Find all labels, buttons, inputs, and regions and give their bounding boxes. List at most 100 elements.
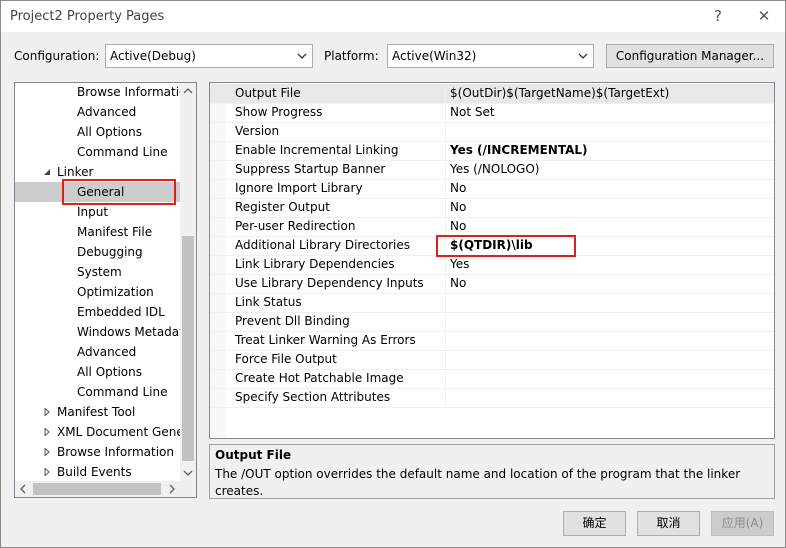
tree-item-label: Input (77, 205, 109, 219)
property-value[interactable]: No (450, 179, 466, 198)
tree-item-label: Command Line (77, 385, 168, 399)
tree-item[interactable]: Advanced (15, 102, 181, 122)
tree-item-label: Browse Information (57, 445, 174, 459)
tree-item[interactable]: Command Line (15, 142, 181, 162)
configuration-dropdown[interactable]: Active(Debug) (105, 44, 313, 68)
property-value[interactable]: Yes (/INCREMENTAL) (450, 141, 588, 160)
tree-item[interactable]: Build Events (15, 462, 181, 482)
property-name: Create Hot Patchable Image (235, 371, 404, 385)
tree-item[interactable]: Manifest File (15, 222, 181, 242)
platform-label: Platform: (324, 49, 379, 63)
collapsed-triangle-icon[interactable] (43, 408, 51, 416)
window-title: Project2 Property Pages (10, 9, 165, 24)
property-row[interactable]: Create Hot Patchable Image (210, 369, 774, 388)
property-value[interactable]: $(OutDir)$(TargetName)$(TargetExt) (450, 84, 669, 103)
collapsed-triangle-icon[interactable] (43, 448, 51, 456)
property-name: Per-user Redirection (235, 219, 356, 233)
title-bar: Project2 Property Pages ? ✕ (1, 1, 785, 32)
tree-item-label: All Options (77, 125, 142, 139)
tree-horizontal-scroll-thumb[interactable] (33, 483, 161, 495)
property-value[interactable]: No (450, 274, 466, 293)
scroll-up-icon[interactable] (180, 83, 196, 99)
tree-item[interactable]: All Options (15, 362, 181, 382)
property-row[interactable]: Output File $(OutDir)$(TargetName)$(Targe… (210, 84, 774, 103)
platform-dropdown[interactable]: Active(Win32) (387, 44, 594, 68)
tree-item[interactable]: Embedded IDL (15, 302, 181, 322)
grid-row-separator (210, 407, 774, 408)
tree-horizontal-scrollbar[interactable] (15, 481, 196, 497)
tree-item[interactable]: Advanced (15, 342, 181, 362)
scroll-left-icon[interactable] (15, 481, 31, 497)
tree-item[interactable]: Windows Metadata (15, 322, 181, 342)
tree-item[interactable]: Browse Information (15, 442, 181, 462)
tree-vertical-scrollbar[interactable] (180, 83, 196, 481)
scroll-right-icon[interactable] (164, 481, 180, 497)
property-row[interactable]: Ignore Import Library No (210, 179, 774, 198)
property-row[interactable]: Show Progress Not Set (210, 103, 774, 122)
tree-item[interactable]: System (15, 262, 181, 282)
property-name: Version (235, 124, 280, 138)
tree-item[interactable]: XML Document Generator (15, 422, 181, 442)
property-row[interactable]: Prevent Dll Binding (210, 312, 774, 331)
tree-item-label: Advanced (77, 105, 137, 119)
tree-vertical-scroll-thumb[interactable] (182, 236, 194, 461)
tree-item[interactable]: All Options (15, 122, 181, 142)
tree-item[interactable]: Command Line (15, 382, 181, 402)
tree-item[interactable]: Manifest Tool (15, 402, 181, 422)
configuration-value: Active(Debug) (110, 49, 196, 63)
property-row[interactable]: Version (210, 122, 774, 141)
property-row[interactable]: Enable Incremental Linking Yes (/INCREMEN… (210, 141, 774, 160)
property-value[interactable]: Not Set (450, 103, 495, 122)
property-name: Use Library Dependency Inputs (235, 276, 424, 290)
property-row[interactable]: Per-user Redirection No (210, 217, 774, 236)
property-row[interactable]: Force File Output (210, 350, 774, 369)
tree-item-label: Command Line (77, 145, 168, 159)
property-tree: Browse Information Advanced All Options Com… (14, 82, 197, 498)
expanded-triangle-icon[interactable] (43, 168, 51, 176)
description-panel: Output File The /OUT option overrides th… (209, 444, 775, 499)
tree-item-label: All Options (77, 365, 142, 379)
annotation-highlight-library-directories (436, 235, 576, 257)
property-value[interactable]: No (450, 198, 466, 217)
property-row[interactable]: Link Status (210, 293, 774, 312)
description-text: The /OUT option overrides the default na… (215, 467, 741, 498)
property-row[interactable]: Specify Section Attributes (210, 388, 774, 407)
tree-item[interactable]: Input (15, 202, 181, 222)
ok-button[interactable]: 确定 (563, 511, 626, 536)
tree-item-label: Optimization (77, 285, 154, 299)
cancel-button[interactable]: 取消 (637, 511, 700, 536)
close-button[interactable]: ✕ (749, 5, 779, 27)
property-row[interactable]: Treat Linker Warning As Errors (210, 331, 774, 350)
help-button[interactable]: ? (703, 5, 733, 27)
chevron-down-icon (578, 53, 588, 59)
tree-item-label: Build Events (57, 465, 132, 479)
tree-item-label: Browse Information (77, 85, 181, 99)
property-row[interactable]: Suppress Startup Banner Yes (/NOLOGO) (210, 160, 774, 179)
collapsed-triangle-icon[interactable] (43, 468, 51, 476)
property-name: Register Output (235, 200, 330, 214)
tree-item[interactable]: Debugging (15, 242, 181, 262)
apply-button[interactable]: 应用(A) (711, 511, 774, 536)
property-value[interactable]: No (450, 217, 466, 236)
property-row[interactable]: Use Library Dependency Inputs No (210, 274, 774, 293)
property-row[interactable]: Link Library Dependencies Yes (210, 255, 774, 274)
configuration-manager-button[interactable]: Configuration Manager... (606, 44, 774, 68)
property-name: Output File (235, 86, 301, 100)
tree-item-label: Manifest Tool (57, 405, 136, 419)
annotation-highlight-general (62, 179, 176, 205)
property-name: Additional Library Directories (235, 238, 411, 252)
property-value[interactable]: Yes (450, 255, 469, 274)
collapsed-triangle-icon[interactable] (43, 428, 51, 436)
property-name: Suppress Startup Banner (235, 162, 386, 176)
scroll-down-icon[interactable] (180, 465, 196, 481)
property-name: Force File Output (235, 352, 337, 366)
property-value[interactable]: Yes (/NOLOGO) (450, 160, 539, 179)
tree-item[interactable]: Optimization (15, 282, 181, 302)
tree-item[interactable]: Browse Information (15, 83, 181, 102)
property-name: Show Progress (235, 105, 323, 119)
tree-item-label: Embedded IDL (77, 305, 165, 319)
property-grid: Output File $(OutDir)$(TargetName)$(Targe… (209, 82, 775, 439)
property-name: Enable Incremental Linking (235, 143, 399, 157)
property-row[interactable]: Register Output No (210, 198, 774, 217)
tree-item-label: Windows Metadata (77, 325, 181, 339)
